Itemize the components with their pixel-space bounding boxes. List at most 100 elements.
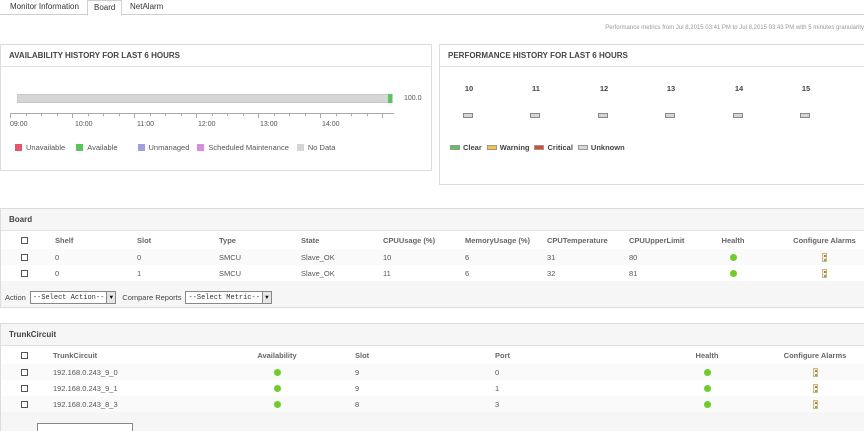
axis-tick	[320, 113, 321, 118]
table-row[interactable]: 0 0 SMCU Slave_OK 10 6 31 80	[1, 249, 864, 265]
availability-status-icon[interactable]	[273, 401, 281, 409]
cell-cpu-temperature: 32	[547, 268, 556, 278]
tab-monitor-information[interactable]: Monitor Information	[4, 0, 85, 15]
column-header-shelf[interactable]: Shelf	[51, 231, 133, 249]
health-status-icon[interactable]	[729, 270, 737, 278]
compare-metric-select[interactable]: --Select Metric-- ▼	[185, 291, 272, 304]
time-label: 14:00	[322, 121, 340, 128]
compare-metric-select-value: --Select Metric--	[188, 293, 260, 302]
performance-range-note: Performance metrics from Jul 8,2015 03:4…	[605, 25, 864, 31]
configure-alarm-icon[interactable]	[812, 399, 818, 409]
column-header-state[interactable]: State	[297, 231, 379, 249]
column-header-port[interactable]: Port	[462, 346, 652, 364]
scheduled-maintenance-swatch	[197, 144, 205, 151]
availability-bar-value: 100.0	[404, 95, 422, 102]
unavailable-swatch	[15, 144, 22, 151]
configure-alarm-icon[interactable]	[822, 252, 827, 262]
table-row[interactable]: 0 1 SMCU Slave_OK 11 6 32 81	[1, 265, 864, 281]
hour-label: 14	[734, 84, 744, 93]
trunk-circuit-title: TrunkCircuit	[1, 324, 864, 346]
health-status-icon[interactable]	[703, 369, 711, 377]
table-row[interactable]: 192.168.0.243_9_0 9 0	[1, 364, 864, 380]
configure-alarm-icon[interactable]	[822, 268, 827, 278]
column-header-slot[interactable]: Slot	[325, 346, 462, 364]
legend-label: Available	[87, 143, 118, 152]
trunk-action-select[interactable]	[37, 422, 133, 431]
perf-status-cell[interactable]	[530, 113, 540, 118]
row-checkbox[interactable]	[21, 401, 28, 409]
health-status-icon[interactable]	[729, 254, 737, 262]
cell-slot: 1	[137, 268, 142, 278]
cell-cpu-upper-limit: 81	[629, 268, 638, 278]
compare-reports-label: Compare Reports	[122, 293, 182, 302]
row-checkbox[interactable]	[21, 254, 28, 262]
tab-netalarm[interactable]: NetAlarm	[124, 0, 169, 15]
hour-label: 15	[801, 84, 811, 93]
table-row[interactable]: 192.168.0.243_9_1 9 1	[1, 380, 864, 396]
legend-label: Clear	[463, 143, 482, 152]
axis-tick	[118, 113, 120, 116]
hour-label: 11	[532, 84, 540, 93]
configure-alarm-icon[interactable]	[812, 383, 818, 393]
health-status-icon[interactable]	[703, 401, 711, 409]
axis-tick	[180, 113, 182, 116]
action-select[interactable]: --Select Action-- ▼	[29, 291, 117, 304]
availability-status-icon[interactable]	[273, 369, 281, 377]
axis-tick	[227, 113, 228, 116]
cell-shelf: 0	[55, 252, 60, 262]
hour-label: 12	[599, 84, 609, 93]
trunk-circuit-table: TrunkCircuit Availability Slot Port Heal…	[1, 346, 864, 412]
tab-board[interactable]: Board	[87, 0, 123, 16]
configure-alarm-icon[interactable]	[812, 367, 818, 377]
availability-bar[interactable]	[17, 94, 393, 103]
column-header-health: Health	[721, 235, 745, 245]
column-header-type[interactable]: Type	[215, 231, 297, 249]
chevron-down-icon: ▼	[106, 292, 116, 303]
axis-tick	[258, 113, 259, 118]
row-checkbox[interactable]	[21, 270, 28, 278]
health-status-icon[interactable]	[703, 385, 711, 393]
axis-tick	[304, 113, 306, 116]
action-select-value: --Select Action--	[32, 293, 105, 302]
availability-status-icon[interactable]	[273, 385, 281, 393]
column-header-configure-alarms: Configure Alarms	[783, 350, 847, 360]
cell-trunk-circuit[interactable]: 192.168.0.243_8_3	[49, 396, 229, 412]
no-data-swatch	[296, 144, 304, 151]
column-header-memory-usage[interactable]: MemoryUsage (%)	[461, 231, 543, 249]
legend-label: No Data	[307, 143, 336, 152]
perf-status-cell[interactable]	[665, 113, 675, 118]
column-header-trunk-circuit[interactable]: TrunkCircuit	[49, 346, 229, 364]
perf-status-cell[interactable]	[800, 113, 810, 118]
trunk-circuit-panel: TrunkCircuit TrunkCircuit Availability S…	[0, 323, 864, 431]
unknown-swatch	[577, 145, 588, 150]
cell-trunk-circuit[interactable]: 192.168.0.243_9_1	[49, 380, 229, 396]
select-all-checkbox[interactable]	[21, 237, 28, 245]
cell-memory-usage: 6	[465, 252, 470, 262]
trunk-header-row: TrunkCircuit Availability Slot Port Heal…	[1, 346, 864, 364]
availability-history-title: AVAILABILITY HISTORY FOR LAST 6 HOURS	[1, 45, 431, 67]
perf-status-cell[interactable]	[598, 113, 608, 118]
column-header-cpu-usage[interactable]: CPUUsage (%)	[379, 231, 461, 249]
column-header-cpu-upper-limit[interactable]: CPUUpperLimit	[625, 231, 685, 249]
axis-tick	[273, 113, 275, 116]
cell-port: 3	[495, 399, 500, 409]
axis-tick	[134, 113, 135, 118]
row-checkbox[interactable]	[21, 369, 28, 377]
column-header-cpu-temperature[interactable]: CPUTemperature	[543, 231, 625, 249]
hour-label: 13	[666, 84, 676, 93]
perf-status-cell[interactable]	[733, 113, 743, 118]
perf-status-cell[interactable]	[463, 113, 473, 118]
cell-slot: 0	[137, 252, 142, 262]
row-checkbox[interactable]	[21, 385, 28, 393]
select-all-checkbox[interactable]	[21, 352, 28, 360]
available-swatch	[76, 144, 84, 151]
column-header-configure-alarms: Configure Alarms	[793, 235, 856, 245]
column-header-health: Health	[695, 350, 719, 360]
cell-cpu-usage: 11	[383, 268, 391, 278]
table-row[interactable]: 192.168.0.243_8_3 8 3	[1, 396, 864, 412]
cell-trunk-circuit[interactable]: 192.168.0.243_9_0	[49, 364, 229, 380]
axis-tick	[10, 113, 11, 118]
unmanaged-swatch	[137, 144, 145, 151]
column-header-slot[interactable]: Slot	[133, 231, 215, 249]
axis-tick	[103, 113, 104, 116]
